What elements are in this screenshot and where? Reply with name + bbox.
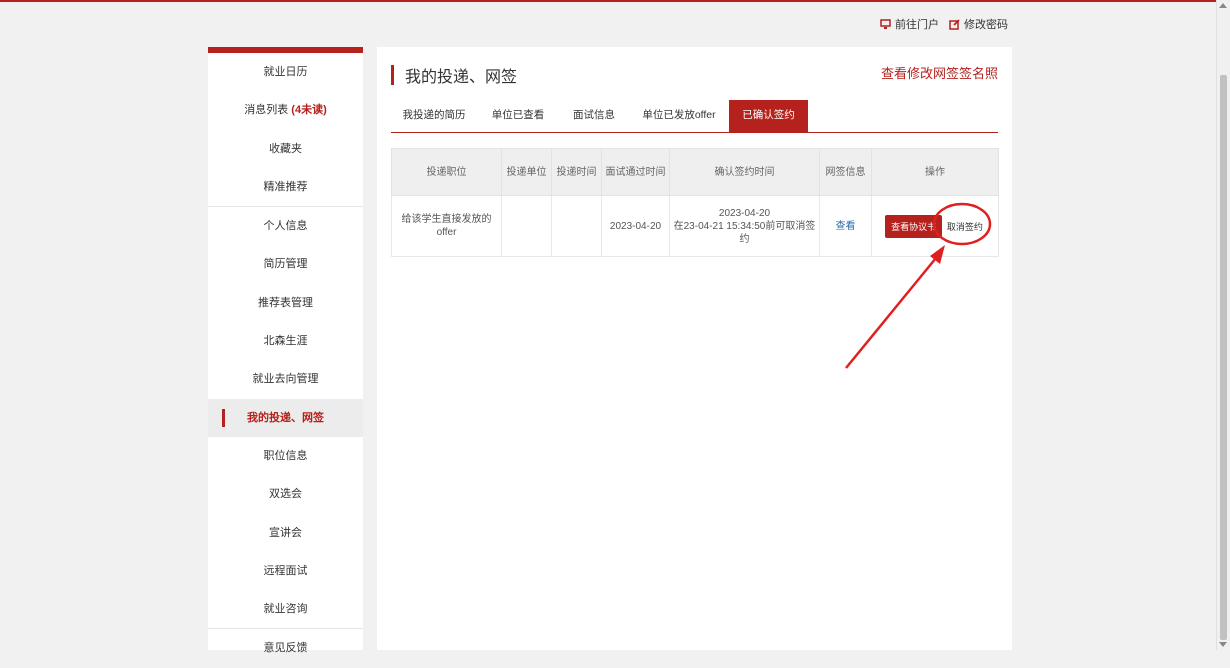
main-panel: 我的投递、网签 查看修改网签签名照 我投递的简历 单位已查看 面试信息 单位已发… [377, 47, 1012, 650]
unread-badge: (4未读) [291, 104, 327, 117]
scroll-down-icon[interactable] [1219, 642, 1227, 647]
cell-apply-time [551, 195, 602, 257]
tab-viewed[interactable]: 单位已查看 [477, 100, 559, 132]
portal-link-label: 前往门户 [895, 19, 939, 31]
table-row: 给该学生直接发放的offer 2023-04-20 2023-04-20 在23… [391, 195, 999, 257]
sidebar-item-profile[interactable]: 个人信息 [208, 207, 363, 245]
top-accent-line [0, 0, 1230, 2]
sidebar-item-applications[interactable]: 我的投递、网签 [208, 398, 363, 437]
cell-sign-info: 查看 [819, 195, 872, 257]
header-position: 投递职位 [391, 148, 502, 196]
view-agreement-button[interactable]: 查看协议书 [885, 214, 943, 238]
view-sign-info-link[interactable]: 查看 [836, 221, 856, 232]
cancel-signing-button[interactable]: 取消签约 [944, 214, 985, 238]
sidebar-item-jobs[interactable]: 职位信息 [208, 437, 363, 475]
sidebar-item-consult[interactable]: 就业咨询 [208, 590, 363, 630]
change-password-label: 修改密码 [964, 19, 1008, 31]
cell-interview-time: 2023-04-20 [601, 195, 670, 257]
scroll-up-icon[interactable] [1219, 3, 1227, 8]
header-actions: 操作 [871, 148, 999, 196]
sidebar-item-resume[interactable]: 简历管理 [208, 245, 363, 283]
header-sign-info: 网签信息 [819, 148, 872, 196]
sidebar-item-favorites[interactable]: 收藏夹 [208, 130, 363, 168]
sidebar-item-calendar[interactable]: 就业日历 [208, 53, 363, 91]
portal-link[interactable]: 前往门户 [880, 16, 939, 32]
cell-company [501, 195, 552, 257]
monitor-icon [880, 18, 891, 30]
sidebar-item-feedback[interactable]: 意见反馈 [208, 629, 363, 667]
header-confirm-time: 确认签约时间 [669, 148, 820, 196]
sidebar-item-remote-interview[interactable]: 远程面试 [208, 552, 363, 590]
tab-confirmed[interactable]: 已确认签约 [729, 100, 808, 132]
applications-table: 投递职位 投递单位 投递时间 面试通过时间 确认签约时间 网签信息 操作 给该学… [391, 148, 999, 257]
sidebar: 就业日历 消息列表 (4未读) 收藏夹 精准推荐 个人信息 简历管理 推荐表管理… [208, 47, 363, 654]
tab-my-resumes[interactable]: 我投递的简历 [391, 100, 477, 132]
sidebar-item-job-fair[interactable]: 双选会 [208, 475, 363, 513]
sidebar-item-career[interactable]: 北森生涯 [208, 322, 363, 360]
top-links: 前往门户 修改密码 [880, 16, 1008, 32]
header-interview-time: 面试通过时间 [601, 148, 670, 196]
table-header-row: 投递职位 投递单位 投递时间 面试通过时间 确认签约时间 网签信息 操作 [391, 148, 999, 196]
edit-icon [949, 18, 960, 30]
confirm-date: 2023-04-20 [718, 207, 771, 219]
sidebar-item-reference-form[interactable]: 推荐表管理 [208, 284, 363, 322]
sidebar-item-destination[interactable]: 就业去向管理 [208, 360, 363, 398]
cancel-deadline-note: 在23-04-21 15:34:50前可取消签约 [673, 220, 816, 245]
header-company: 投递单位 [501, 148, 552, 196]
cell-actions: 查看协议书 取消签约 [871, 195, 999, 257]
tab-interview[interactable]: 面试信息 [559, 100, 629, 132]
signature-photo-link[interactable]: 查看修改网签签名照 [881, 63, 998, 82]
tab-bar: 我投递的简历 单位已查看 面试信息 单位已发放offer 已确认签约 [391, 100, 998, 133]
sidebar-item-recommend[interactable]: 精准推荐 [208, 168, 363, 208]
page-scrollbar[interactable] [1216, 0, 1230, 650]
sidebar-item-messages[interactable]: 消息列表 (4未读) [208, 91, 363, 129]
cell-confirm-time: 2023-04-20 在23-04-21 15:34:50前可取消签约 [669, 195, 820, 257]
cell-position: 给该学生直接发放的offer [391, 195, 502, 257]
sidebar-item-presentation[interactable]: 宣讲会 [208, 514, 363, 552]
page-title: 我的投递、网签 [391, 63, 517, 87]
change-password-link[interactable]: 修改密码 [949, 16, 1008, 32]
tab-offer[interactable]: 单位已发放offer [629, 100, 729, 132]
scroll-thumb[interactable] [1220, 75, 1227, 640]
header-apply-time: 投递时间 [551, 148, 602, 196]
